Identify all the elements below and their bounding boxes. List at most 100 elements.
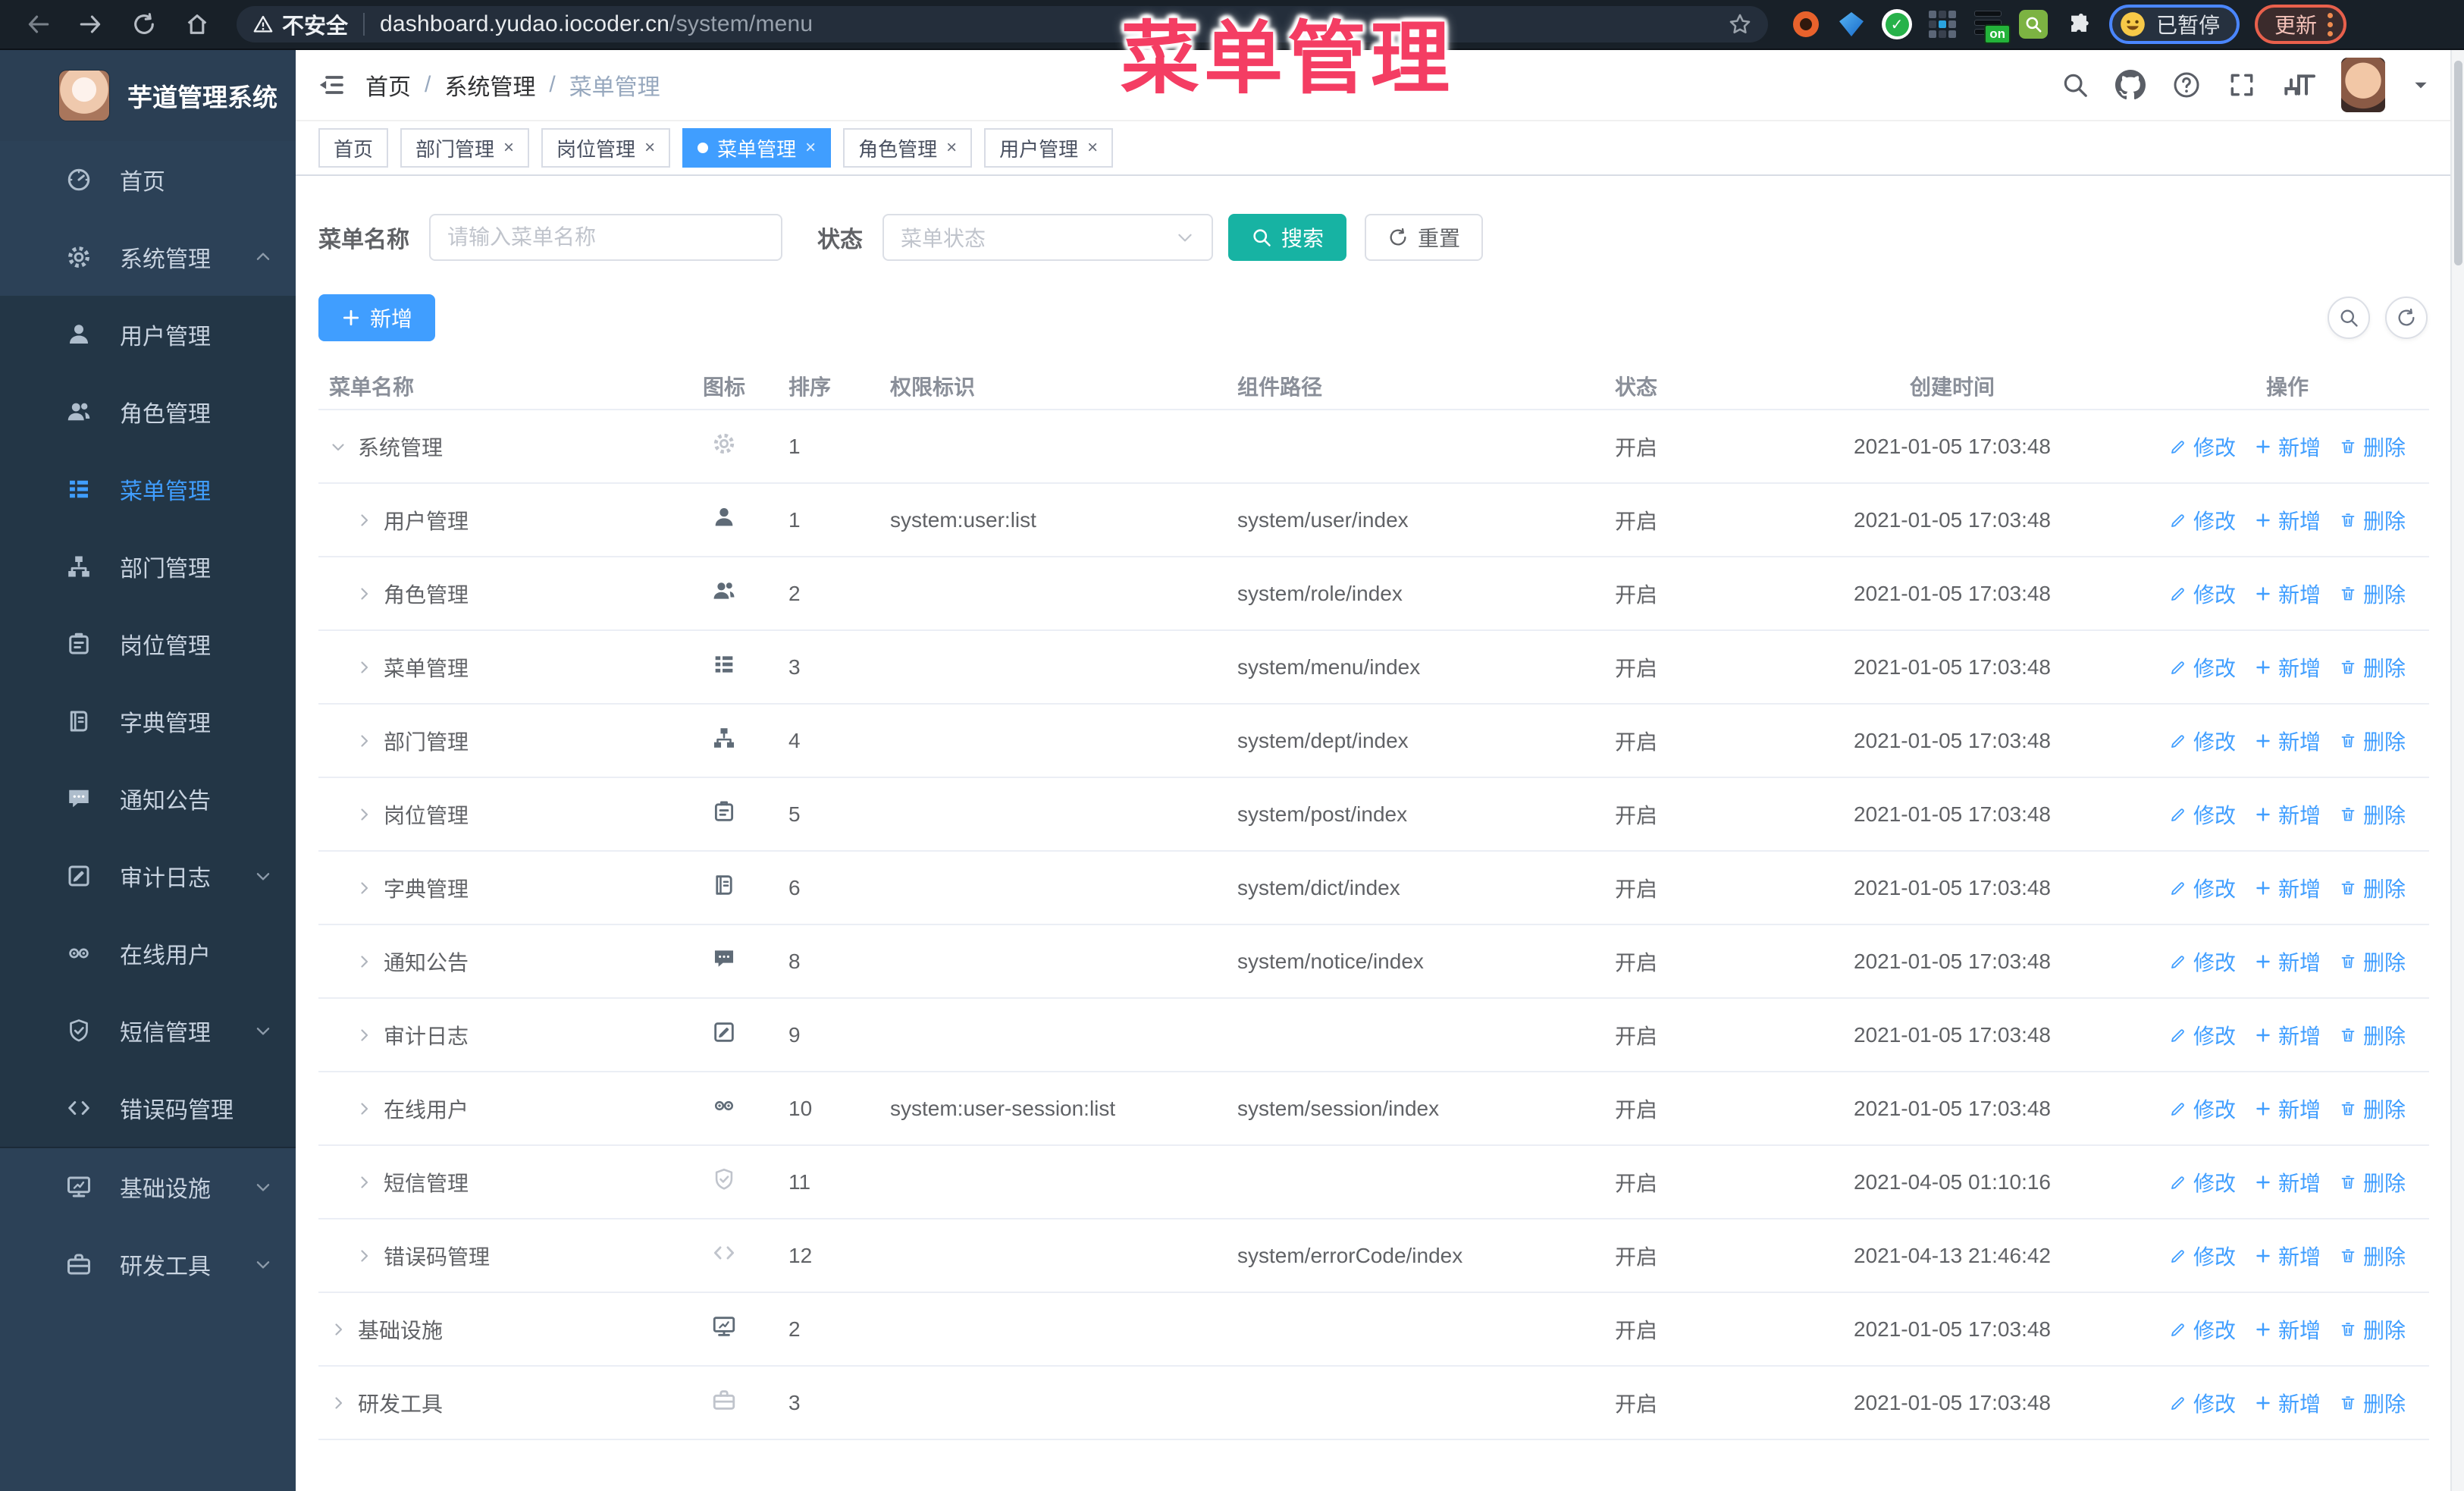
action-edit-link[interactable]: 修改 [2169, 873, 2236, 903]
github-icon[interactable] [2115, 70, 2146, 100]
sidebar-item-4[interactable]: 菜单管理 [0, 450, 296, 528]
extension-zoom-icon[interactable] [2018, 9, 2049, 39]
action-add-link[interactable]: 新增 [2254, 432, 2321, 462]
action-delete-link[interactable]: 删除 [2339, 1314, 2406, 1345]
tab-close-icon[interactable]: × [805, 139, 816, 157]
row-expand-icon[interactable] [355, 732, 373, 750]
action-add-link[interactable]: 新增 [2254, 1020, 2321, 1050]
row-expand-icon[interactable] [355, 585, 373, 603]
action-delete-link[interactable]: 删除 [2339, 1020, 2406, 1050]
action-delete-link[interactable]: 删除 [2339, 726, 2406, 756]
action-edit-link[interactable]: 修改 [2169, 579, 2236, 609]
action-edit-link[interactable]: 修改 [2169, 432, 2236, 462]
extensions-puzzle-icon[interactable] [2064, 9, 2094, 39]
sidebar-item-8[interactable]: 通知公告 [0, 760, 296, 837]
action-add-link[interactable]: 新增 [2254, 726, 2321, 756]
row-expand-icon[interactable] [355, 953, 373, 971]
action-add-link[interactable]: 新增 [2254, 1167, 2321, 1198]
action-delete-link[interactable]: 删除 [2339, 946, 2406, 977]
extension-grid-icon[interactable] [1927, 9, 1958, 39]
row-expand-icon[interactable] [355, 1247, 373, 1265]
bookmark-star-icon[interactable] [1727, 11, 1753, 37]
row-expand-icon[interactable] [355, 805, 373, 824]
tab-部门管理[interactable]: 部门管理 × [400, 128, 530, 168]
action-edit-link[interactable]: 修改 [2169, 1241, 2236, 1271]
breadcrumb-item[interactable]: 首页 [365, 68, 411, 102]
row-expand-icon[interactable] [355, 1100, 373, 1118]
action-delete-link[interactable]: 删除 [2339, 505, 2406, 535]
extension-gem-icon[interactable] [1836, 9, 1867, 39]
action-add-link[interactable]: 新增 [2254, 946, 2321, 977]
row-expand-icon[interactable] [329, 1320, 347, 1339]
action-edit-link[interactable]: 修改 [2169, 946, 2236, 977]
font-size-icon[interactable] [2282, 70, 2315, 100]
sidebar-item-6[interactable]: 岗位管理 [0, 605, 296, 683]
toggle-search-button[interactable] [2328, 297, 2370, 339]
action-add-link[interactable]: 新增 [2254, 1094, 2321, 1124]
extension-green-check-icon[interactable]: ✓ [1882, 9, 1912, 39]
sidebar-item-10[interactable]: 在线用户 [0, 915, 296, 992]
browser-back-icon[interactable] [17, 3, 59, 46]
row-expand-icon[interactable] [355, 879, 373, 897]
action-add-link[interactable]: 新增 [2254, 1388, 2321, 1418]
action-delete-link[interactable]: 删除 [2339, 1167, 2406, 1198]
row-expand-icon[interactable] [329, 438, 347, 456]
user-avatar[interactable] [2341, 58, 2385, 112]
scrollbar-thumb[interactable] [2454, 61, 2462, 265]
sidebar-item-14[interactable]: 研发工具 [0, 1226, 296, 1303]
action-delete-link[interactable]: 删除 [2339, 1094, 2406, 1124]
tab-close-icon[interactable]: × [503, 139, 514, 157]
address-bar[interactable]: 不安全 dashboard.yudao.iocoder.cn/system/me… [237, 6, 1768, 42]
action-edit-link[interactable]: 修改 [2169, 799, 2236, 830]
action-delete-link[interactable]: 删除 [2339, 1241, 2406, 1271]
avatar-caret-down-icon[interactable] [2411, 75, 2431, 95]
action-delete-link[interactable]: 删除 [2339, 873, 2406, 903]
action-add-link[interactable]: 新增 [2254, 1314, 2321, 1345]
fullscreen-icon[interactable] [2227, 71, 2256, 99]
sidebar-collapse-icon[interactable] [315, 70, 346, 100]
action-edit-link[interactable]: 修改 [2169, 1167, 2236, 1198]
tab-角色管理[interactable]: 角色管理 × [843, 128, 973, 168]
browser-profile-chip[interactable]: 已暂停 [2109, 5, 2240, 44]
refresh-table-button[interactable] [2385, 297, 2428, 339]
sidebar-item-11[interactable]: 短信管理 [0, 992, 296, 1069]
action-add-link[interactable]: 新增 [2254, 1241, 2321, 1271]
tab-close-icon[interactable]: × [1087, 139, 1098, 157]
sidebar-item-0[interactable]: 首页 [0, 141, 296, 218]
action-add-link[interactable]: 新增 [2254, 799, 2321, 830]
action-delete-link[interactable]: 删除 [2339, 799, 2406, 830]
tab-岗位管理[interactable]: 岗位管理 × [541, 128, 671, 168]
help-icon[interactable] [2171, 70, 2202, 100]
row-expand-icon[interactable] [355, 1026, 373, 1044]
tab-首页[interactable]: 首页 [318, 128, 389, 168]
action-edit-link[interactable]: 修改 [2169, 1314, 2236, 1345]
browser-forward-icon[interactable] [70, 3, 112, 46]
menu-name-input[interactable] [429, 214, 782, 261]
extension-orange-icon[interactable] [1791, 9, 1821, 39]
action-edit-link[interactable]: 修改 [2169, 726, 2236, 756]
action-add-link[interactable]: 新增 [2254, 505, 2321, 535]
row-expand-icon[interactable] [329, 1394, 347, 1412]
action-delete-link[interactable]: 删除 [2339, 652, 2406, 683]
sidebar-item-12[interactable]: 错误码管理 [0, 1069, 296, 1147]
sidebar-item-7[interactable]: 字典管理 [0, 683, 296, 760]
action-delete-link[interactable]: 删除 [2339, 579, 2406, 609]
extension-proxy-icon[interactable]: on [1973, 9, 2011, 44]
reset-button[interactable]: 重置 [1365, 214, 1484, 261]
action-add-link[interactable]: 新增 [2254, 652, 2321, 683]
breadcrumb-item[interactable]: 系统管理 [444, 68, 535, 102]
action-delete-link[interactable]: 删除 [2339, 432, 2406, 462]
browser-home-icon[interactable] [176, 3, 218, 46]
action-add-link[interactable]: 新增 [2254, 873, 2321, 903]
action-delete-link[interactable]: 删除 [2339, 1388, 2406, 1418]
sidebar-item-3[interactable]: 角色管理 [0, 373, 296, 450]
header-search-icon[interactable] [2061, 71, 2089, 99]
browser-update-button[interactable]: 更新 [2255, 5, 2347, 44]
sidebar-item-9[interactable]: 审计日志 [0, 837, 296, 915]
action-edit-link[interactable]: 修改 [2169, 1388, 2236, 1418]
status-select[interactable]: 菜单状态 [882, 214, 1213, 261]
page-scrollbar[interactable] [2450, 50, 2464, 1491]
security-warning[interactable]: 不安全 [252, 8, 348, 40]
row-expand-icon[interactable] [355, 1173, 373, 1191]
sidebar-item-1[interactable]: 系统管理 [0, 218, 296, 296]
